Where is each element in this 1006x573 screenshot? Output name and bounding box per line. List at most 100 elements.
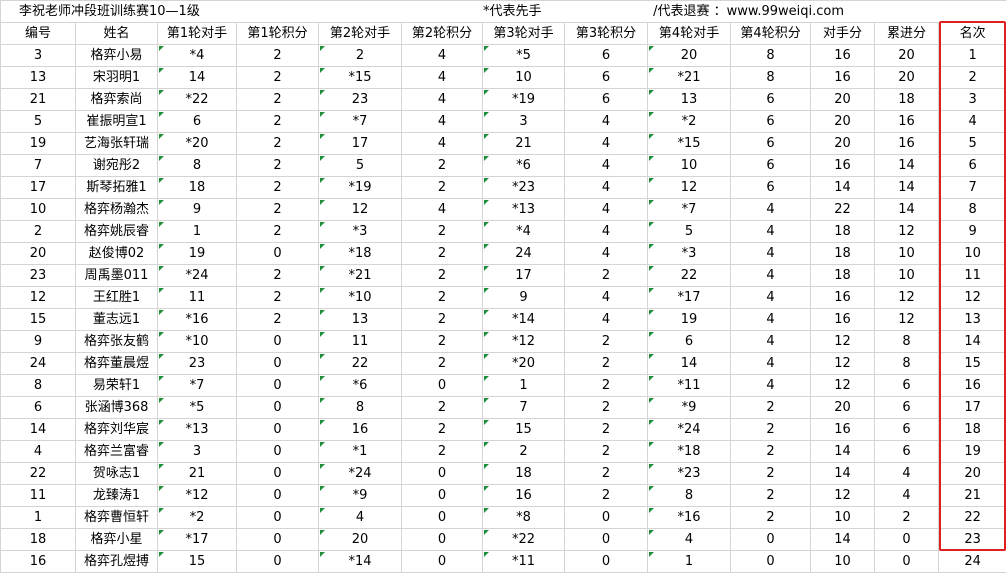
table-cell[interactable]: 14 <box>875 177 939 199</box>
table-cell[interactable]: 崔振明宣1 <box>76 111 158 133</box>
table-cell[interactable]: 10 <box>875 265 939 287</box>
header-cell[interactable]: 累进分 <box>875 23 939 45</box>
table-cell[interactable]: 5 <box>939 133 1006 155</box>
table-cell[interactable]: 12 <box>875 309 939 331</box>
table-cell[interactable]: 2 <box>402 309 483 331</box>
table-cell[interactable]: *19 <box>319 177 402 199</box>
table-cell[interactable]: 23 <box>1 265 76 287</box>
table-cell[interactable]: 格弈董晨煜 <box>76 353 158 375</box>
table-cell[interactable]: *4 <box>158 45 237 67</box>
table-cell[interactable]: 2 <box>237 111 319 133</box>
table-cell[interactable]: 11 <box>1 485 76 507</box>
table-cell[interactable]: *17 <box>648 287 731 309</box>
table-cell[interactable]: 16 <box>811 155 875 177</box>
table-cell[interactable]: 4 <box>402 67 483 89</box>
table-cell[interactable]: 0 <box>237 507 319 529</box>
table-cell[interactable]: 2 <box>402 287 483 309</box>
table-cell[interactable]: 宋羽明1 <box>76 67 158 89</box>
table-cell[interactable]: 11 <box>158 287 237 309</box>
table-cell[interactable]: 4 <box>731 243 811 265</box>
table-cell[interactable]: *17 <box>158 529 237 551</box>
table-cell[interactable]: 19 <box>158 243 237 265</box>
table-cell[interactable]: 16 <box>1 551 76 573</box>
table-cell[interactable]: 2 <box>237 155 319 177</box>
table-cell[interactable]: 24 <box>1 353 76 375</box>
note-site-cell[interactable]: /代表退赛 ：www.99weiqi.com <box>648 1 1006 23</box>
table-cell[interactable]: 2 <box>565 397 648 419</box>
table-cell[interactable]: *2 <box>158 507 237 529</box>
table-cell[interactable]: 2 <box>402 265 483 287</box>
table-cell[interactable]: 13 <box>939 309 1006 331</box>
table-cell[interactable]: 0 <box>565 507 648 529</box>
table-cell[interactable]: 2 <box>939 67 1006 89</box>
table-cell[interactable]: 0 <box>731 529 811 551</box>
header-cell[interactable]: 第2轮对手 <box>319 23 402 45</box>
table-cell[interactable]: 12 <box>1 287 76 309</box>
table-cell[interactable]: 15 <box>158 551 237 573</box>
table-cell[interactable]: 3 <box>1 45 76 67</box>
table-cell[interactable]: 0 <box>237 529 319 551</box>
table-cell[interactable]: 4 <box>731 353 811 375</box>
table-cell[interactable]: 2 <box>565 331 648 353</box>
table-cell[interactable]: 4 <box>565 111 648 133</box>
table-cell[interactable]: 8 <box>1 375 76 397</box>
table-cell[interactable]: 14 <box>811 441 875 463</box>
table-cell[interactable]: 5 <box>319 155 402 177</box>
table-cell[interactable]: 24 <box>939 551 1006 573</box>
table-cell[interactable]: 2 <box>402 331 483 353</box>
table-cell[interactable]: 6 <box>731 111 811 133</box>
table-cell[interactable]: 2 <box>402 177 483 199</box>
table-cell[interactable]: 22 <box>939 507 1006 529</box>
table-cell[interactable]: 15 <box>939 353 1006 375</box>
table-cell[interactable]: 赵俊博02 <box>76 243 158 265</box>
table-cell[interactable]: 0 <box>402 551 483 573</box>
table-cell[interactable]: 2 <box>237 221 319 243</box>
header-cell[interactable]: 第1轮对手 <box>158 23 237 45</box>
table-cell[interactable]: 21 <box>483 133 565 155</box>
table-cell[interactable]: 17 <box>939 397 1006 419</box>
table-cell[interactable]: 2 <box>565 485 648 507</box>
table-cell[interactable]: 贺咏志1 <box>76 463 158 485</box>
table-cell[interactable]: 14 <box>811 463 875 485</box>
table-cell[interactable]: 2 <box>565 419 648 441</box>
table-cell[interactable]: 周禹墨011 <box>76 265 158 287</box>
table-cell[interactable]: 14 <box>875 155 939 177</box>
table-cell[interactable]: 0 <box>237 441 319 463</box>
table-cell[interactable]: 2 <box>731 419 811 441</box>
table-cell[interactable]: 6 <box>158 111 237 133</box>
table-cell[interactable]: *23 <box>648 463 731 485</box>
table-cell[interactable]: 4 <box>565 221 648 243</box>
table-cell[interactable]: 2 <box>319 45 402 67</box>
table-cell[interactable]: 1 <box>1 507 76 529</box>
table-cell[interactable]: 4 <box>731 309 811 331</box>
table-cell[interactable]: *3 <box>319 221 402 243</box>
table-cell[interactable]: 20 <box>811 397 875 419</box>
table-cell[interactable]: 16 <box>811 67 875 89</box>
table-cell[interactable]: 16 <box>811 287 875 309</box>
table-cell[interactable]: 易荣轩1 <box>76 375 158 397</box>
table-cell[interactable]: 格弈兰富睿 <box>76 441 158 463</box>
table-cell[interactable]: 18 <box>875 89 939 111</box>
table-cell[interactable]: 2 <box>237 89 319 111</box>
table-cell[interactable]: 0 <box>237 551 319 573</box>
table-cell[interactable]: 2 <box>565 441 648 463</box>
table-cell[interactable]: 2 <box>731 485 811 507</box>
table-cell[interactable]: *21 <box>648 67 731 89</box>
table-cell[interactable]: 16 <box>875 133 939 155</box>
table-cell[interactable]: 12 <box>939 287 1006 309</box>
table-cell[interactable]: 2 <box>237 265 319 287</box>
table-cell[interactable]: 2 <box>402 419 483 441</box>
table-cell[interactable]: *22 <box>483 529 565 551</box>
table-cell[interactable]: 2 <box>565 375 648 397</box>
table-cell[interactable]: 艺海张轩瑞 <box>76 133 158 155</box>
table-cell[interactable]: *14 <box>483 309 565 331</box>
table-cell[interactable]: 4 <box>565 309 648 331</box>
table-cell[interactable]: 格弈孔煜搏 <box>76 551 158 573</box>
table-cell[interactable]: 23 <box>158 353 237 375</box>
table-cell[interactable]: 14 <box>875 199 939 221</box>
table-cell[interactable]: *24 <box>319 463 402 485</box>
table-cell[interactable]: 格弈姚辰睿 <box>76 221 158 243</box>
note-first-cell[interactable]: *代表先手 <box>483 1 648 23</box>
table-cell[interactable]: 7 <box>1 155 76 177</box>
table-cell[interactable]: 2 <box>237 199 319 221</box>
